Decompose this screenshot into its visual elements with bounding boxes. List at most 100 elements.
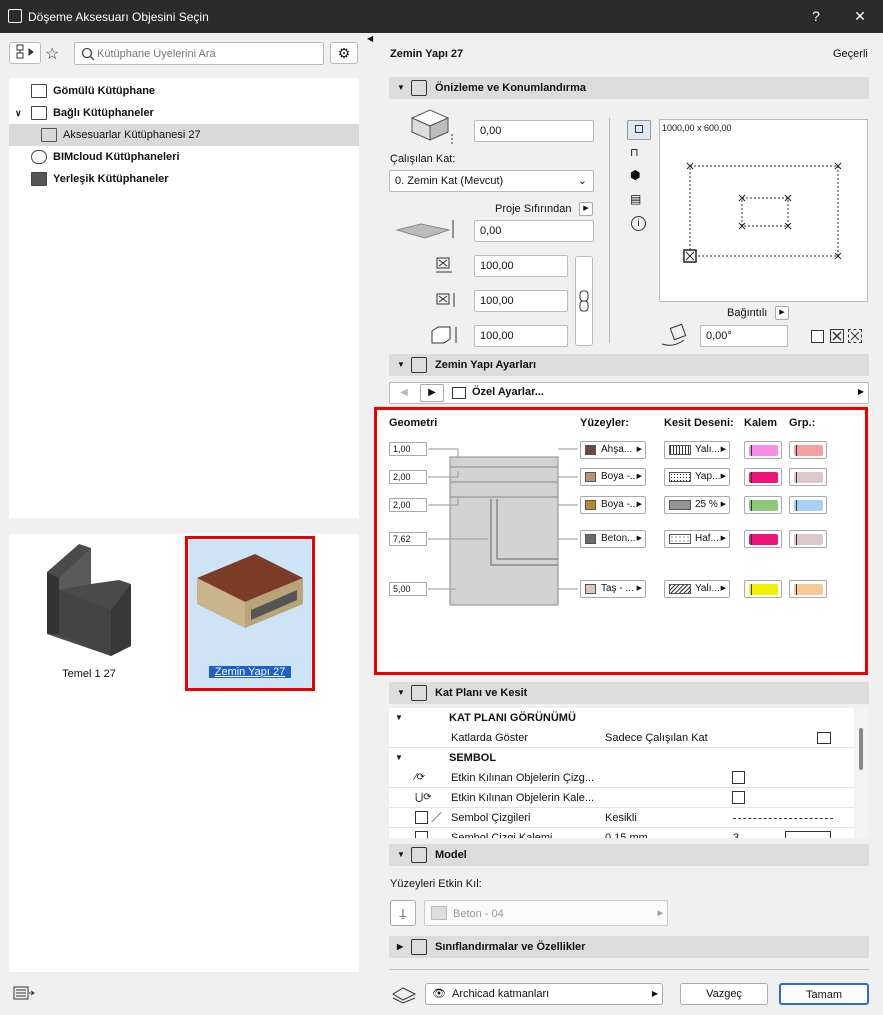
tree-item-accessories[interactable]: Aksesuarlar Kütüphanesi 27 — [9, 124, 359, 146]
tree-item-label: Aksesuarlar Kütüphanesi 27 — [63, 129, 201, 141]
pen-override-icon: ⋃⟳ — [415, 792, 432, 803]
library-view-button[interactable] — [9, 42, 41, 64]
chevron-down-icon[interactable]: ∨ — [15, 102, 22, 124]
property-checkbox[interactable] — [732, 771, 745, 784]
cancel-button[interactable]: Vazgeç — [680, 983, 768, 1005]
library-manager-icon — [13, 986, 35, 1000]
object-thumbnails: Temel 1 27 Zemin Yapı 27 — [9, 534, 359, 972]
property-label: Sembol Çizgi Kalemi — [451, 832, 553, 838]
geometry-highlight — [374, 407, 868, 675]
library-manager-button[interactable] — [12, 983, 36, 1003]
tree-item-embedded[interactable]: Gömülü Kütüphane — [9, 80, 359, 102]
chevron-right-icon: ▶ — [397, 942, 404, 951]
property-row[interactable]: ／ Sembol Çizgileri Kesikli — [389, 808, 854, 828]
info-icon[interactable]: i — [631, 216, 646, 231]
group-title: KAT PLANI GÖRÜNÜMÜ — [449, 712, 576, 724]
plan-view-button[interactable] — [627, 120, 651, 140]
settings-button[interactable]: ⚙ — [330, 42, 358, 64]
chevron-down-icon: ▼ — [397, 688, 405, 697]
ok-button[interactable]: Tamam — [779, 983, 869, 1005]
group-row[interactable]: ▼ KAT PLANI GÖRÜNÜMÜ — [389, 708, 854, 728]
chevron-right-icon[interactable]: ▶ — [858, 387, 864, 396]
layer-label: Archicad katmanları — [452, 988, 550, 1000]
mirror-y-icon[interactable] — [848, 329, 862, 343]
property-row[interactable]: ⋃⟳ Etkin Kılınan Objelerin Kale... — [389, 788, 854, 808]
dashed-line-preview — [733, 818, 833, 819]
elevation-input[interactable]: 0,00 — [474, 220, 594, 242]
mirror-x-icon[interactable] — [830, 329, 844, 343]
surface-select-disabled[interactable]: Beton - 04 ▶ — [424, 900, 668, 926]
surface-label: Beton - 04 — [453, 908, 504, 920]
section-view-icon[interactable]: ⊓ — [630, 146, 639, 159]
scrollbar-thumb[interactable] — [859, 728, 863, 770]
section-title: Kat Planı ve Kesit — [435, 687, 528, 699]
angle-input[interactable]: 0,00° — [700, 325, 788, 347]
layers-icon — [392, 987, 417, 1004]
property-row[interactable]: Sembol Çizgi Kalemi 0,15 mm 3 — [389, 828, 854, 838]
search-box[interactable] — [74, 42, 324, 65]
section-floorplan-header[interactable]: ▼ Kat Planı ve Kesit — [389, 682, 869, 704]
relative-label: Bağıntılı — [727, 307, 768, 319]
section-settings-header[interactable]: ▼ Zemin Yapı Ayarları — [389, 354, 869, 376]
library-icon — [31, 106, 47, 120]
tree-item-label: Gömülü Kütüphane — [53, 85, 156, 97]
plan-preview-drawing — [683, 162, 842, 263]
collapse-arrow[interactable]: ◀ — [367, 34, 373, 43]
help-button[interactable]: ? — [796, 0, 836, 33]
mirror-checkbox[interactable] — [811, 330, 824, 343]
nav-forward-button[interactable]: ▶ — [420, 384, 444, 402]
property-label: Katlarda Göster — [451, 732, 529, 744]
line-icon: ／ — [431, 812, 442, 824]
offset-input[interactable]: 0,00 — [474, 120, 594, 142]
divider — [389, 969, 869, 970]
y-size-input[interactable]: 100,00 — [474, 290, 568, 312]
property-row[interactable]: ⁄⟳ Etkin Kılınan Objelerin Çizg... — [389, 768, 854, 788]
property-value: Sadece Çalışılan Kat — [605, 732, 708, 744]
reference-menu-button[interactable]: ▶ — [579, 202, 593, 216]
group-title: SEMBOL — [449, 752, 497, 764]
thumb-temel[interactable]: Temel 1 27 — [19, 534, 159, 684]
section-model-header[interactable]: ▼ Model — [389, 844, 869, 866]
film-icon[interactable]: ▤ — [630, 192, 641, 206]
folder-icon — [31, 172, 47, 186]
story-value: 0. Zemin Kat (Mevcut) — [395, 175, 504, 187]
star-icon[interactable]: ☆ — [45, 44, 59, 64]
relative-menu-button[interactable]: ▶ — [775, 306, 789, 320]
elevation-icon — [395, 220, 454, 239]
window-title: Döşeme Aksesuarı Objesini Seçin — [28, 10, 209, 24]
lock-proportions-button[interactable] — [575, 256, 593, 346]
chain-link-icon — [579, 290, 589, 312]
symbol-lines-icon — [415, 811, 428, 824]
property-label: Etkin Kılınan Objelerin Kale... — [451, 792, 595, 804]
tree-item-linked[interactable]: ∨ Bağlı Kütüphaneler — [9, 102, 359, 124]
app-icon — [8, 9, 22, 23]
property-row[interactable]: Katlarda Göster Sadece Çalışılan Kat — [389, 728, 854, 748]
title-bar: Döşeme Aksesuarı Objesini Seçin ? ✕ — [0, 0, 883, 33]
search-icon — [81, 47, 95, 61]
group-row[interactable]: ▼ SEMBOL — [389, 748, 854, 768]
hierarchy-icon — [16, 44, 34, 59]
chevron-down-icon: ▼ — [395, 713, 403, 722]
tree-item-bimcloud[interactable]: BIMcloud Kütüphaneleri — [9, 146, 359, 168]
chevron-down-icon: ▼ — [397, 360, 405, 369]
section-classification-header[interactable]: ▶ Sınıflandırmalar ve Özellikler — [389, 936, 869, 958]
x-size-input[interactable]: 100,00 — [474, 255, 568, 277]
z-size-input[interactable]: 100,00 — [474, 325, 568, 347]
section-preview-header[interactable]: ▼ Önizleme ve Konumlandırma — [389, 77, 869, 99]
story-select[interactable]: 0. Zemin Kat (Mevcut) ⌄ — [389, 170, 594, 192]
section-title: Sınıflandırmalar ve Özellikler — [435, 941, 586, 953]
tree-item-builtin[interactable]: Yerleşik Kütüphaneler — [9, 168, 359, 190]
close-button[interactable]: ✕ — [840, 0, 880, 33]
layer-select[interactable]: 👁 Archicad katmanları ▶ — [425, 983, 663, 1005]
3d-view-icon[interactable]: ⬢ — [630, 168, 640, 182]
search-input[interactable] — [97, 45, 317, 62]
chevron-right-icon: ▶ — [657, 910, 663, 917]
property-checkbox[interactable] — [732, 791, 745, 804]
scrollbar[interactable] — [856, 708, 868, 838]
pen-icon — [415, 831, 428, 838]
override-surfaces-toggle[interactable]: ⍊ — [390, 900, 416, 926]
nav-back-button[interactable]: ◀ — [393, 384, 415, 402]
reference-label: Proje Sıfırından — [495, 203, 572, 215]
settings-page-label[interactable]: Özel Ayarlar... — [472, 386, 544, 398]
pen-number: 3 — [733, 832, 740, 838]
